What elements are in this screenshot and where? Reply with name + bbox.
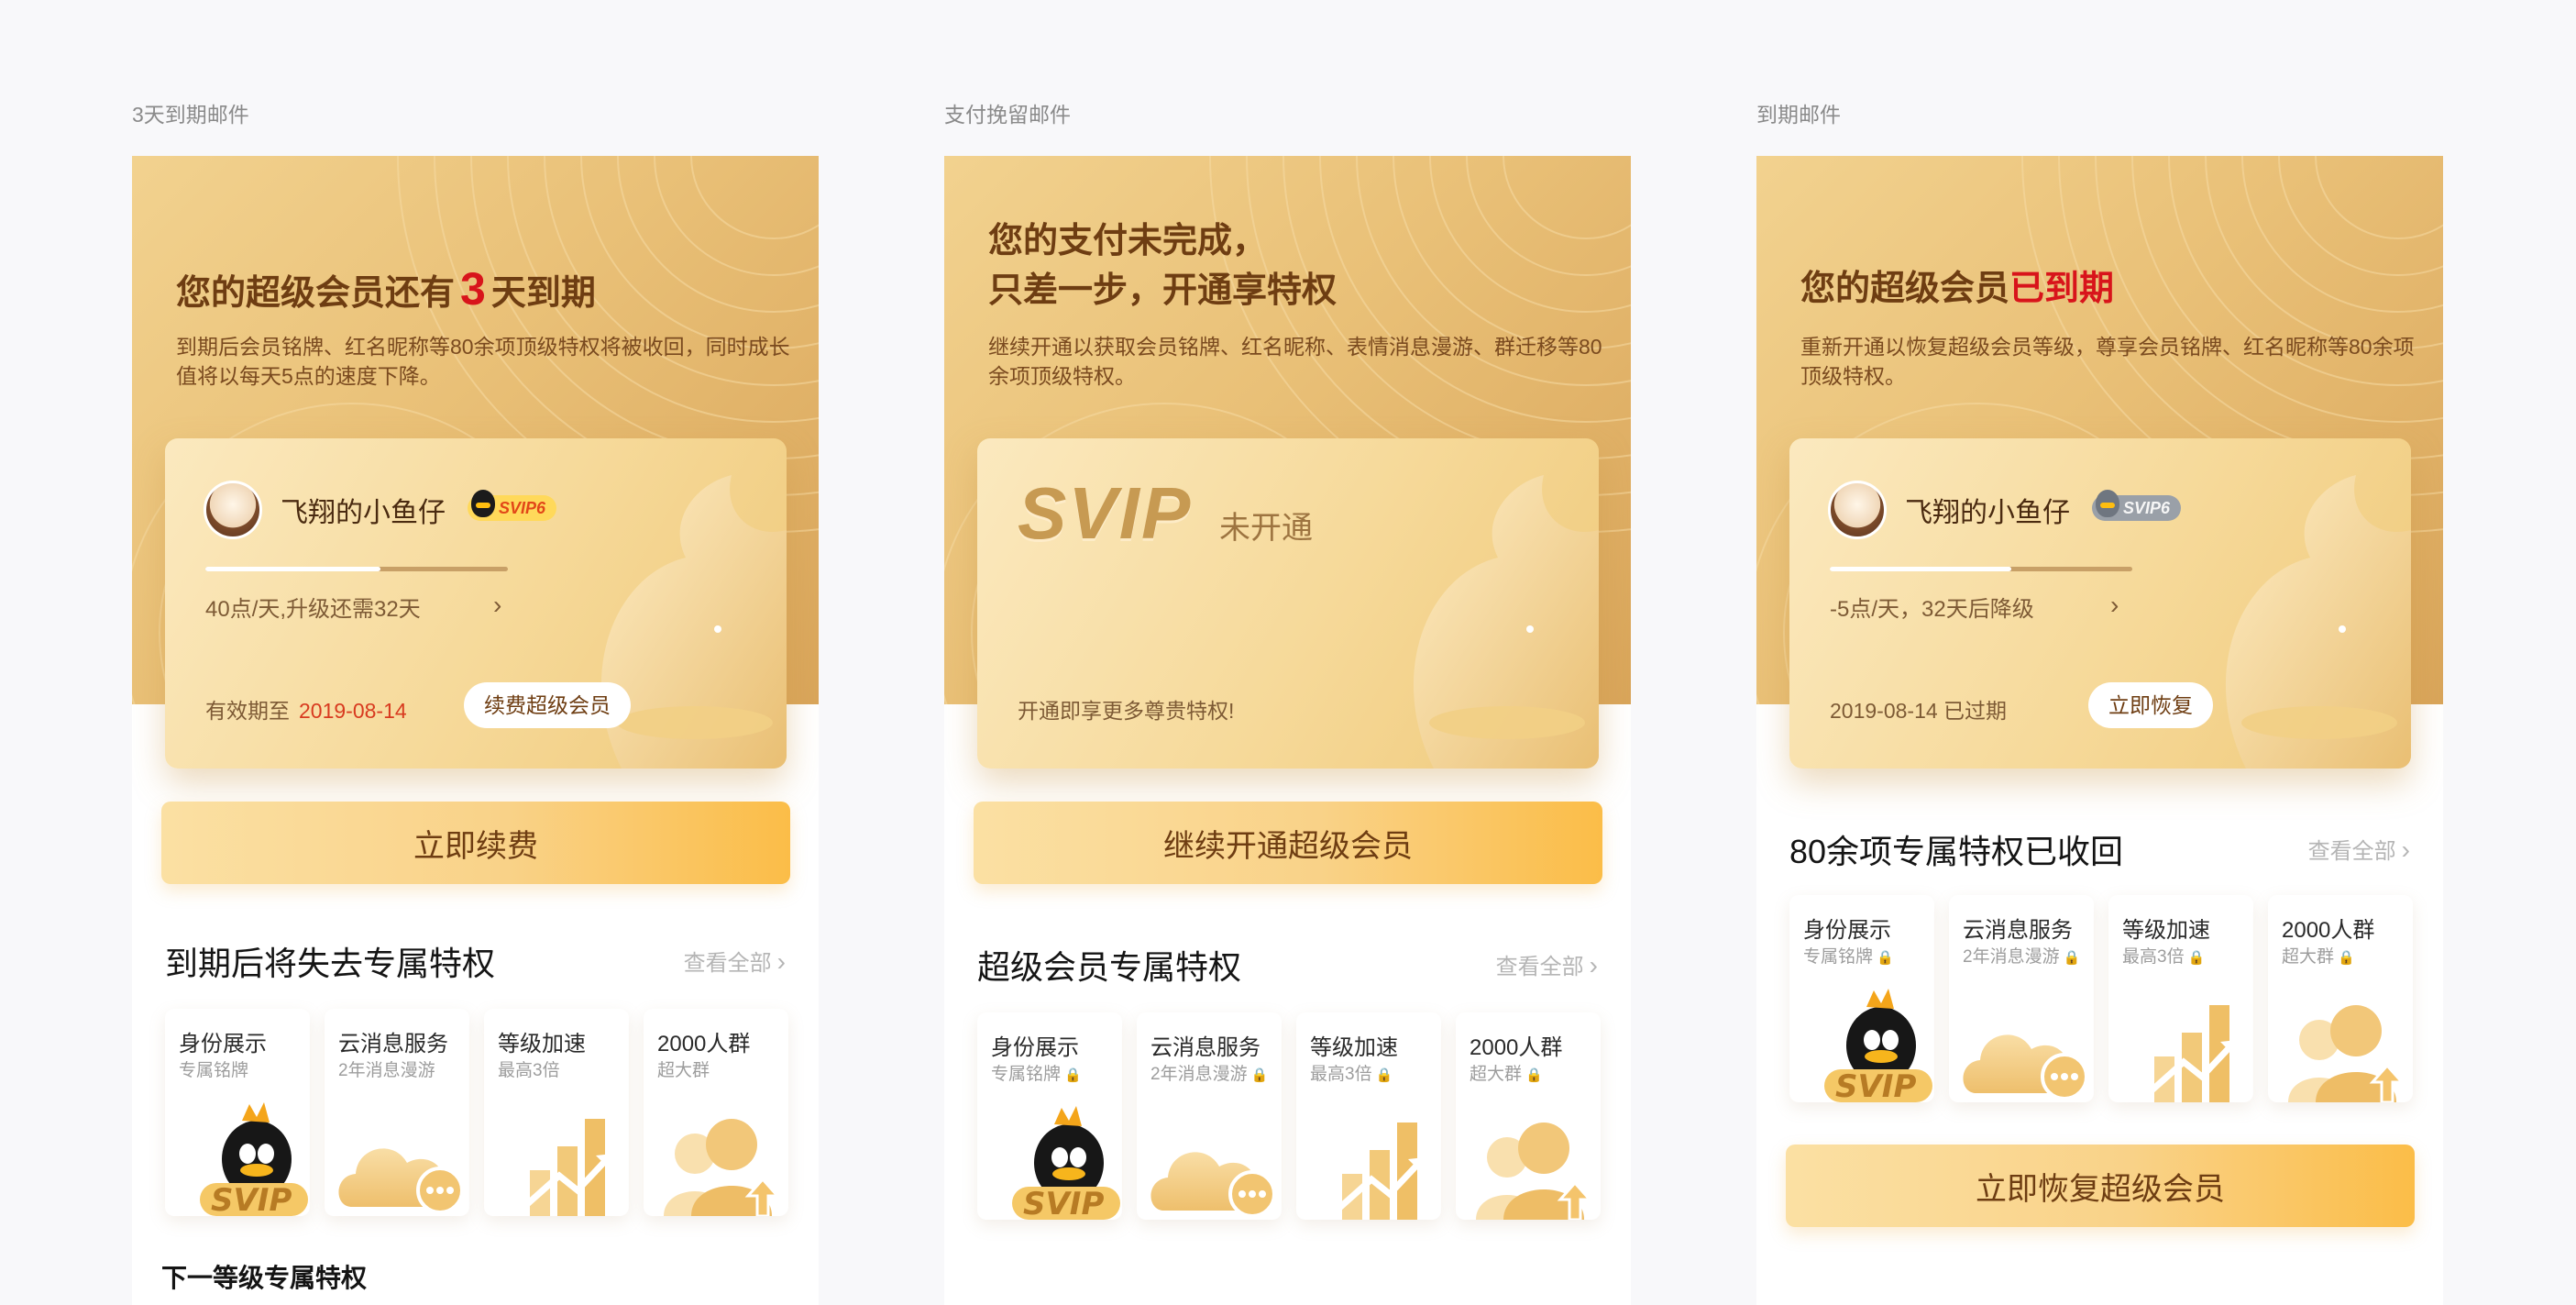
growth-points-text[interactable]: 40点/天,升级还需32天: [205, 591, 421, 623]
lock-icon: 🔒: [1250, 1067, 1269, 1083]
restore-svip-button[interactable]: 立即恢复超级会员: [1786, 1145, 2415, 1227]
lock-icon: 🔒: [1877, 950, 1894, 966]
hero-title: 您的支付未完成， 只差一步，开通享特权: [988, 222, 1338, 310]
expire-date: 2019-08-14: [299, 699, 407, 723]
cloud-chat-icon: [338, 1148, 464, 1214]
bar-chart-up-icon: [523, 1119, 612, 1216]
restore-now-button[interactable]: 立即恢复: [2088, 682, 2213, 728]
lock-icon: 🔒: [1525, 1067, 1543, 1083]
email-panel-3day: 您的超级会员还有 3 天到期 到期后会员铭牌、红名昵称等80余项顶级特权将被收回，同…: [132, 156, 819, 1305]
svip-level-badge: SVIP6: [468, 490, 557, 521]
next-level-title: 下一等级专属特权: [161, 1264, 368, 1292]
privilege-card[interactable]: 身份展示 专属铭牌 🔒 SVIP: [977, 1012, 1122, 1220]
privilege-card[interactable]: 2000人群 超大群: [644, 1009, 788, 1216]
expire-info: 2019-08-14 已过期: [1830, 693, 2007, 724]
growth-points-text[interactable]: -5点/天，32天后降级: [1830, 591, 2034, 623]
hero-title: 您的超级会员还有 3 天到期: [176, 263, 596, 315]
privilege-card[interactable]: 等级加速 最高3倍 🔒: [2108, 895, 2253, 1102]
expire-date: 2019-08-14: [1830, 699, 1938, 723]
privilege-card[interactable]: 云消息服务 2年消息漫游: [325, 1009, 469, 1216]
hero-description: 继续开通以获取会员铭牌、红名昵称、表情消息漫游、群迁移等80余项顶级特权。: [988, 335, 1602, 388]
continue-open-svip-button[interactable]: 继续开通超级会员: [974, 802, 1602, 884]
privilege-list: 身份展示 专属铭牌🔒 SVIP 云消息服务 2年消息漫游🔒 等级加速 最高3倍�: [1789, 895, 2413, 1102]
lock-icon: 🔒: [2338, 950, 2355, 966]
lock-icon: 🔒: [2063, 950, 2081, 966]
panel-label: 支付挽留邮件: [944, 103, 1071, 127]
penguin-mascot-icon: [1413, 475, 1599, 769]
email-panel-expired: 您的超级会员已到期 重新开通以恢复超级会员等级，尊享会员铭牌、红名昵称等80余项…: [1756, 156, 2443, 1305]
group-up-icon: [1476, 1123, 1593, 1220]
privilege-list: 身份展示 专属铭牌 SVIP 云消息服务 2年消息漫游 等级加速 最高3倍 20…: [165, 1009, 788, 1216]
bar-chart-up-icon: [1336, 1123, 1425, 1220]
privilege-list: 身份展示 专属铭牌🔒 SVIP 云消息服务 2年消息漫游🔒 等级加速 最高3倍�: [977, 1012, 1601, 1220]
nickname: 飞翔的小鱼仔: [281, 498, 446, 528]
privilege-card[interactable]: 云消息服务 2年消息漫游 🔒: [1949, 895, 2094, 1102]
chevron-right-icon: ›: [776, 947, 786, 976]
card-hint: 开通即享更多尊贵特权!: [1018, 699, 1235, 723]
lock-icon: 🔒: [1064, 1067, 1082, 1083]
privilege-card[interactable]: 2000人群 超大群 🔒: [1456, 1012, 1601, 1220]
panel-label: 3天到期邮件: [132, 103, 249, 127]
see-all-link[interactable]: 查看全部 ›: [1496, 948, 1598, 980]
growth-progress-bar: [205, 567, 508, 571]
section-title: 超级会员专属特权: [977, 948, 1242, 986]
progress-fill: [205, 567, 381, 571]
svg-text:SVIP: SVIP: [1023, 1186, 1104, 1220]
see-all-link[interactable]: 查看全部 ›: [2308, 833, 2410, 865]
expire-info: 有效期至 2019-08-14: [205, 699, 407, 723]
member-card: 飞翔的小鱼仔 SVIP6 40点/天,升级还需32天 › 有效期至 2019-08…: [165, 438, 787, 769]
chevron-right-icon: ›: [1589, 951, 1598, 979]
renew-now-button[interactable]: 立即续费: [161, 802, 790, 884]
privilege-card[interactable]: 等级加速 最高3倍: [484, 1009, 629, 1216]
expire-status: 已过期: [1943, 699, 2008, 723]
growth-progress-bar: [1830, 567, 2132, 571]
cloud-chat-icon: [1150, 1152, 1276, 1218]
lock-icon: 🔒: [2187, 950, 2206, 966]
privilege-card[interactable]: 身份展示 专属铭牌 SVIP: [165, 1009, 310, 1216]
privilege-card[interactable]: 云消息服务 2年消息漫游 🔒: [1137, 1012, 1282, 1220]
svip-logo: SVIP: [1018, 472, 1193, 554]
expired-status: 已到期: [2009, 270, 2115, 308]
svip-promo-card: SVIP 未开通 开通即享更多尊贵特权!: [977, 438, 1599, 769]
penguin-icon: [471, 490, 495, 517]
privilege-card[interactable]: 身份展示 专属铭牌 🔒 SVIP: [1789, 895, 1934, 1102]
lock-icon: 🔒: [1375, 1067, 1393, 1083]
svip-status: 未开通: [1219, 511, 1313, 546]
svg-text:SVIP: SVIP: [1835, 1068, 1916, 1102]
chevron-right-icon[interactable]: ›: [493, 591, 501, 620]
hero-description: 重新开通以恢复超级会员等级，尊享会员铭牌、红名昵称等80余项顶级特权。: [1800, 335, 2415, 388]
renew-svip-button[interactable]: 续费超级会员: [464, 682, 631, 728]
days-left-number: 3: [460, 263, 486, 315]
member-card: 飞翔的小鱼仔 SVIP6 -5点/天，32天后降级 › 2019-08-14 已…: [1789, 438, 2411, 769]
penguin-svip-icon: SVIP: [200, 1102, 308, 1216]
cloud-chat-icon: [1963, 1034, 2088, 1100]
privilege-card[interactable]: 2000人群 超大群 🔒: [2268, 895, 2413, 1102]
panel-label: 到期邮件: [1756, 103, 1841, 127]
svg-text:SVIP: SVIP: [211, 1182, 292, 1216]
penguin-svip-icon: SVIP: [1012, 1106, 1120, 1220]
see-all-link[interactable]: 查看全部 ›: [684, 945, 786, 977]
chevron-right-icon[interactable]: ›: [2110, 591, 2119, 620]
section-title: 到期后将失去专属特权: [165, 945, 496, 982]
hero-title: 您的超级会员已到期: [1800, 270, 2115, 308]
avatar[interactable]: [204, 481, 262, 539]
email-panel-payment: 您的支付未完成， 只差一步，开通享特权 继续开通以获取会员铭牌、红名昵称、表情消息…: [944, 156, 1631, 1305]
privilege-card[interactable]: 等级加速 最高3倍 🔒: [1296, 1012, 1441, 1220]
section-title: 80余项专属特权已收回: [1789, 833, 2124, 870]
avatar[interactable]: [1828, 481, 1887, 539]
bar-chart-up-icon: [2148, 1005, 2237, 1102]
group-up-icon: [2288, 1005, 2405, 1102]
penguin-icon: [2096, 490, 2119, 517]
group-up-icon: [664, 1119, 781, 1216]
nickname: 飞翔的小鱼仔: [1905, 498, 2070, 528]
progress-fill: [1830, 567, 2011, 571]
hero-description: 到期后会员铭牌、红名昵称等80余项顶级特权将被收回，同时成长值将以每天5点的速度…: [176, 335, 790, 388]
penguin-svip-icon: SVIP: [1824, 989, 1932, 1102]
chevron-right-icon: ›: [2401, 835, 2410, 864]
svip-level-badge: SVIP6: [2092, 490, 2182, 521]
